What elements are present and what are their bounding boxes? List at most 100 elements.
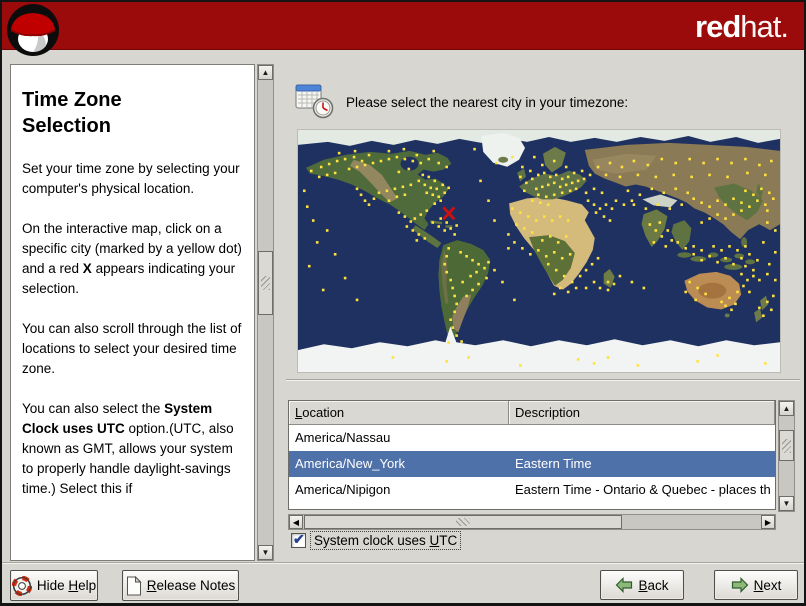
city-dot[interactable] xyxy=(548,235,552,238)
city-dot[interactable] xyxy=(560,177,564,181)
city-dot[interactable] xyxy=(746,278,749,282)
city-dot[interactable] xyxy=(664,245,668,248)
city-dot[interactable] xyxy=(716,199,719,203)
help-scrollbar[interactable]: ▲ ▼ xyxy=(257,64,274,561)
city-dot[interactable] xyxy=(371,161,375,165)
city-dot[interactable] xyxy=(402,147,406,151)
city-dot[interactable] xyxy=(772,294,775,298)
city-dot[interactable] xyxy=(453,233,456,236)
city-dot[interactable] xyxy=(720,300,723,304)
city-dot[interactable] xyxy=(423,237,427,240)
back-button[interactable]: Back xyxy=(600,570,684,600)
city-dot[interactable] xyxy=(441,183,444,187)
city-dot[interactable] xyxy=(432,149,436,153)
city-dot[interactable] xyxy=(439,217,443,220)
city-dot[interactable] xyxy=(471,258,474,262)
city-dot[interactable] xyxy=(445,221,448,224)
city-dot[interactable] xyxy=(742,284,745,288)
city-dot[interactable] xyxy=(692,245,695,248)
city-dot[interactable] xyxy=(752,268,755,272)
city-dot[interactable] xyxy=(604,173,608,177)
city-dot[interactable] xyxy=(379,159,383,163)
city-dot[interactable] xyxy=(403,193,407,197)
city-dot[interactable] xyxy=(355,187,359,191)
city-dot[interactable] xyxy=(674,187,678,191)
city-dot[interactable] xyxy=(708,254,711,258)
city-dot[interactable] xyxy=(487,260,490,264)
city-dot[interactable] xyxy=(614,199,618,203)
city-dot[interactable] xyxy=(397,211,401,214)
city-dot[interactable] xyxy=(622,203,626,206)
city-dot[interactable] xyxy=(507,247,510,250)
city-dot[interactable] xyxy=(584,191,588,195)
city-dot[interactable] xyxy=(307,264,311,268)
city-dot[interactable] xyxy=(558,185,562,189)
city-dot[interactable] xyxy=(630,280,634,284)
city-dot[interactable] xyxy=(343,157,347,161)
city-dot[interactable] xyxy=(445,270,448,274)
city-dot[interactable] xyxy=(451,326,454,329)
city-dot[interactable] xyxy=(594,211,598,214)
city-dot[interactable] xyxy=(768,191,771,195)
city-dot[interactable] xyxy=(429,186,433,190)
city-dot[interactable] xyxy=(704,292,707,296)
city-dot[interactable] xyxy=(387,157,391,161)
city-dot[interactable] xyxy=(417,233,421,236)
city-dot[interactable] xyxy=(630,199,634,203)
city-dot[interactable] xyxy=(413,217,417,220)
city-dot[interactable] xyxy=(411,229,415,232)
city-dot[interactable] xyxy=(712,245,715,248)
city-dot[interactable] xyxy=(692,252,695,256)
city-dot[interactable] xyxy=(672,173,676,177)
city-dot[interactable] xyxy=(546,203,550,206)
city-dot[interactable] xyxy=(772,197,775,201)
city-dot[interactable] xyxy=(688,157,691,161)
city-dot[interactable] xyxy=(372,197,376,201)
city-dot[interactable] xyxy=(513,241,516,244)
city-dot[interactable] xyxy=(521,165,524,169)
city-dot[interactable] xyxy=(768,262,771,266)
system-clock-utc-checkbox[interactable]: ✔ xyxy=(291,531,306,548)
city-dot[interactable] xyxy=(387,149,391,153)
city-dot[interactable] xyxy=(708,205,711,208)
city-dot[interactable] xyxy=(596,256,600,260)
city-dot[interactable] xyxy=(337,151,341,155)
city-dot[interactable] xyxy=(471,288,474,292)
city-dot[interactable] xyxy=(305,205,309,208)
city-dot[interactable] xyxy=(564,235,568,238)
city-dot[interactable] xyxy=(564,183,568,187)
hide-help-button[interactable]: Hide Help xyxy=(10,570,98,601)
city-dot[interactable] xyxy=(752,193,755,197)
city-dot[interactable] xyxy=(411,159,415,163)
city-dot[interactable] xyxy=(568,252,572,256)
city-dot[interactable] xyxy=(552,193,556,197)
city-dot[interactable] xyxy=(495,161,498,165)
city-dot[interactable] xyxy=(460,340,463,343)
city-dot[interactable] xyxy=(560,256,564,260)
city-dot[interactable] xyxy=(311,219,315,222)
city-dot[interactable] xyxy=(618,175,622,179)
city-dot[interactable] xyxy=(720,249,723,252)
city-dot[interactable] xyxy=(433,179,437,183)
city-dot[interactable] xyxy=(479,179,482,183)
city-dot[interactable] xyxy=(427,157,431,161)
city-dot[interactable] xyxy=(686,191,689,195)
city-dot[interactable] xyxy=(694,298,697,302)
city-dot[interactable] xyxy=(542,171,546,175)
city-dot[interactable] xyxy=(724,217,727,220)
city-dot[interactable] xyxy=(451,286,454,290)
city-dot[interactable] xyxy=(570,181,574,185)
city-dot[interactable] xyxy=(732,262,735,266)
city-dot[interactable] xyxy=(540,185,544,189)
city-dot[interactable] xyxy=(684,247,687,250)
city-dot[interactable] xyxy=(403,157,407,161)
city-dot[interactable] xyxy=(447,341,450,344)
city-dot[interactable] xyxy=(327,162,331,166)
city-dot[interactable] xyxy=(740,272,743,276)
city-dot[interactable] xyxy=(554,268,558,272)
city-dot[interactable] xyxy=(660,235,664,238)
column-header-location[interactable]: Location xyxy=(289,401,509,425)
city-dot[interactable] xyxy=(568,189,572,193)
city-dot[interactable] xyxy=(774,278,777,282)
city-dot[interactable] xyxy=(417,179,421,183)
